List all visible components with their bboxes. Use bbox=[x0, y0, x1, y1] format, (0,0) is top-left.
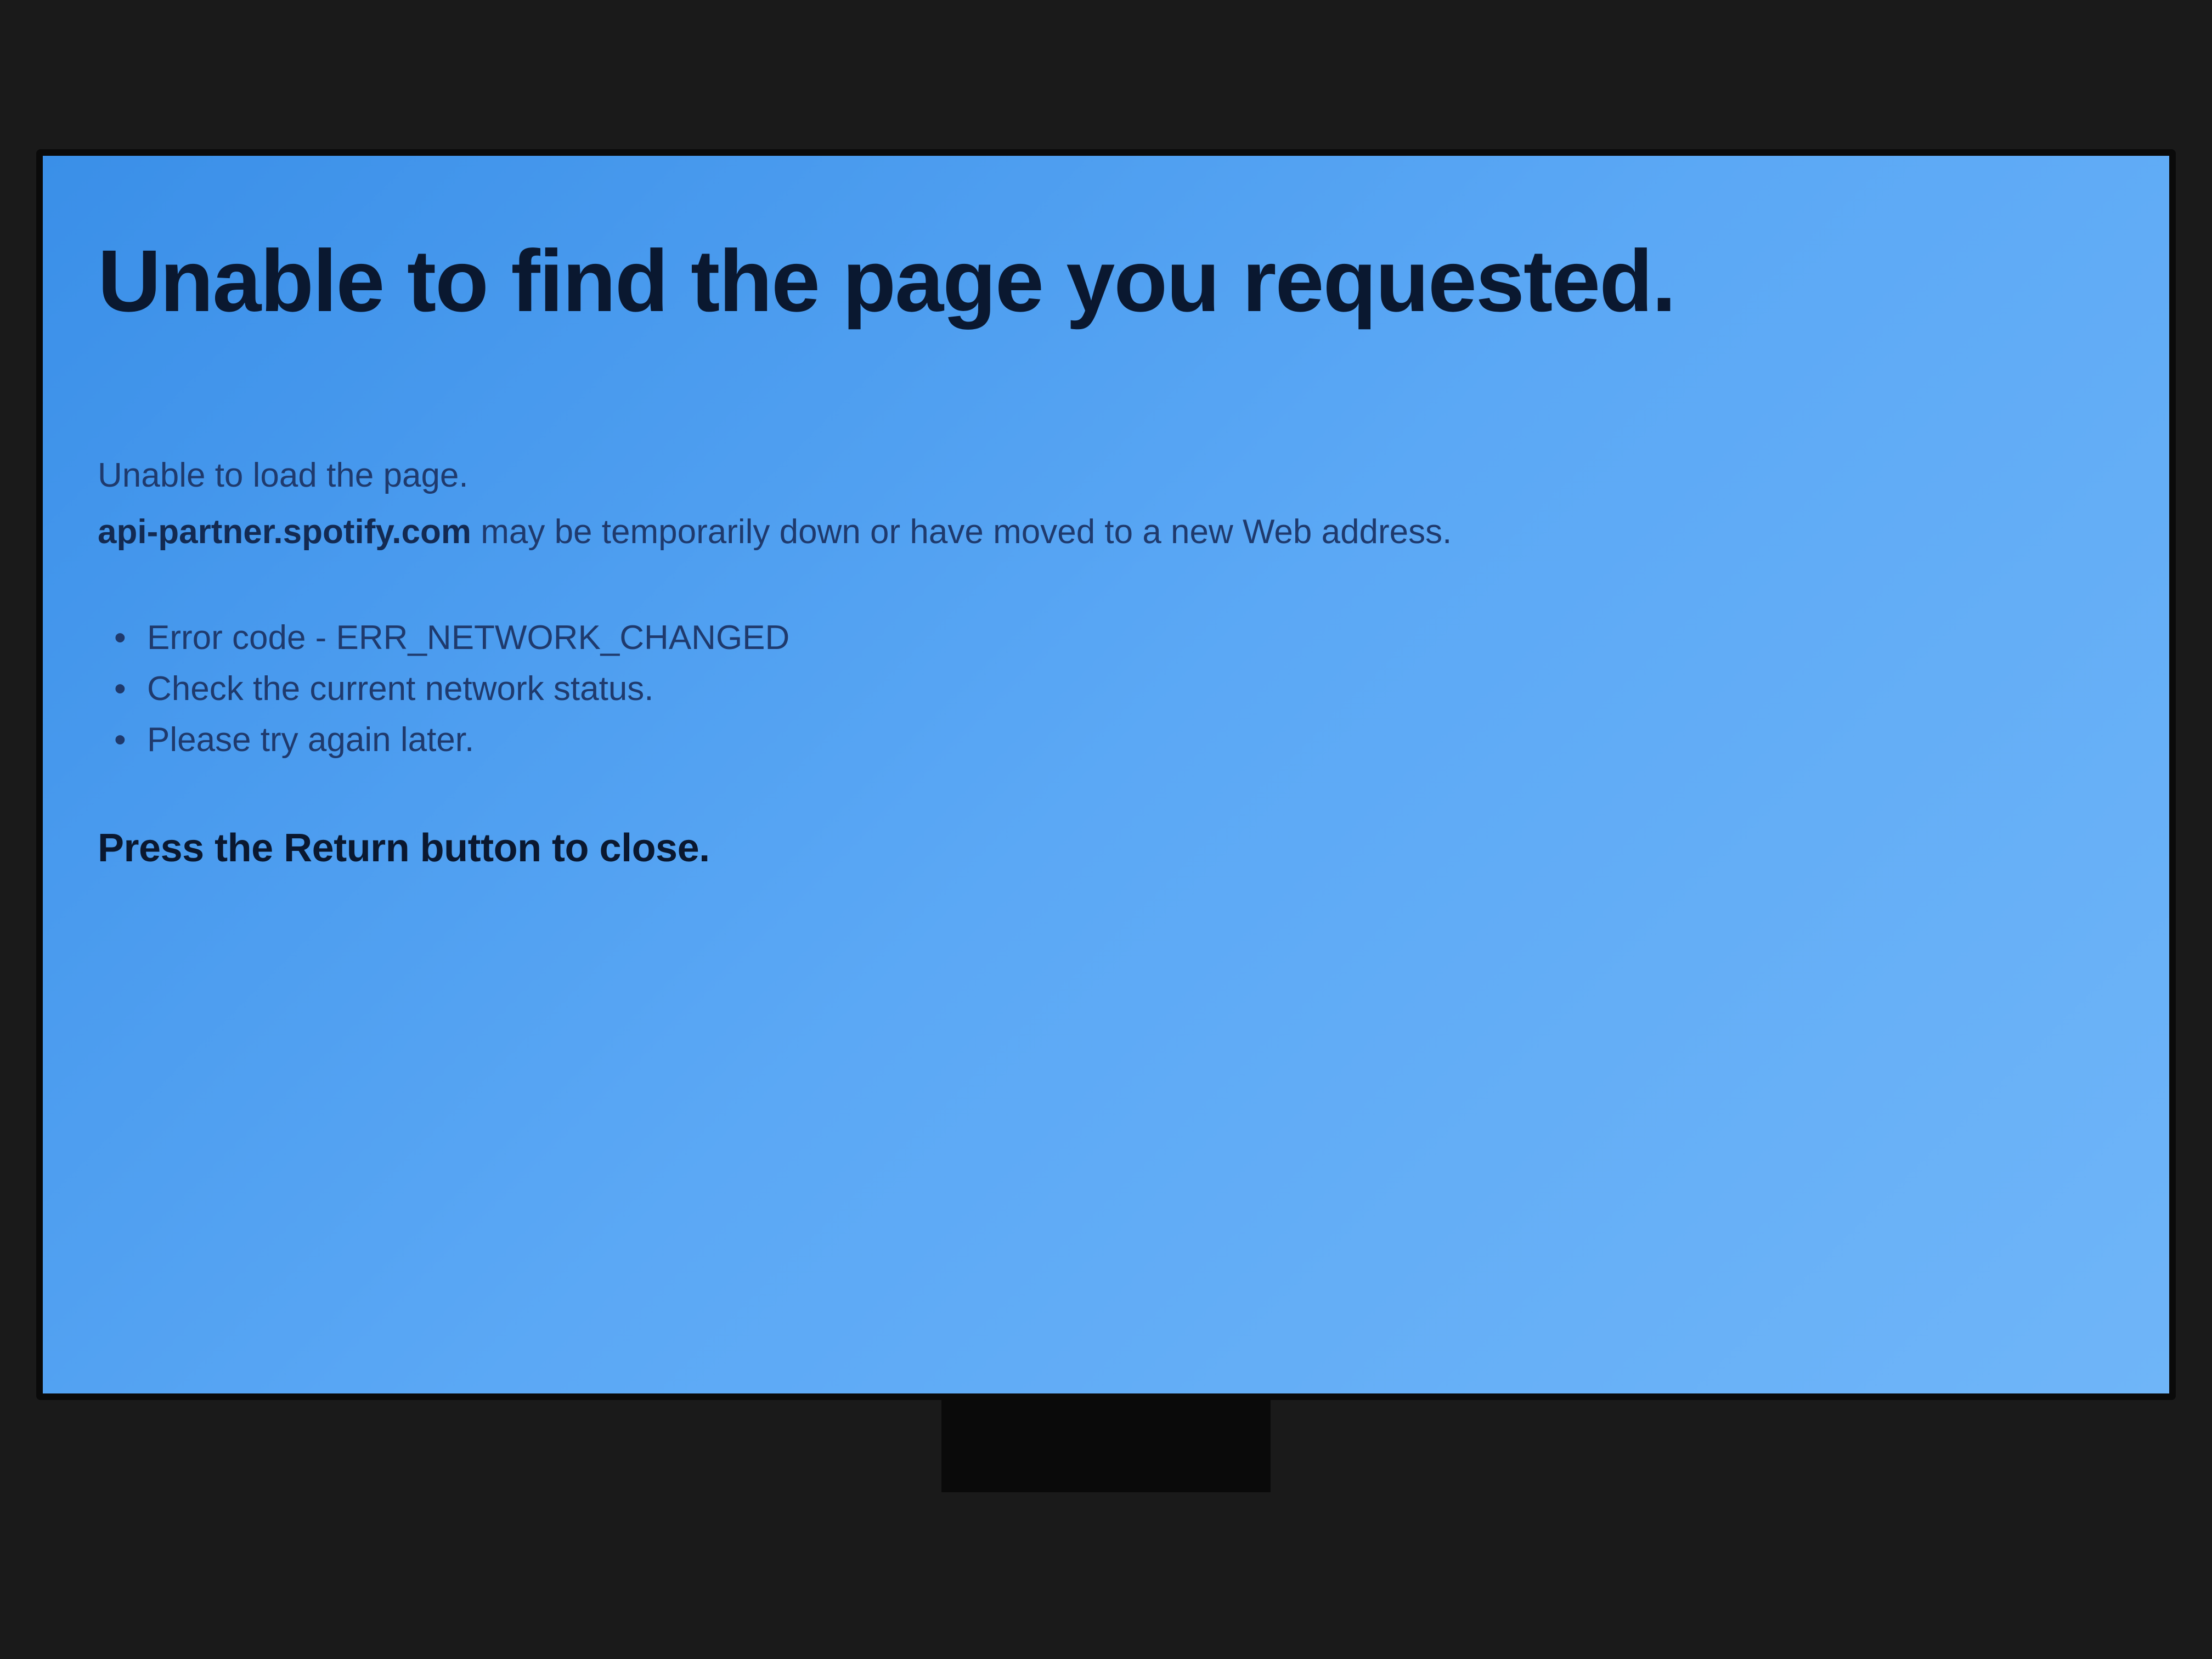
error-hostname-suffix: may be temporarily down or have moved to… bbox=[471, 513, 1452, 551]
error-bullet-list: Error code - ERR_NETWORK_CHANGED Check t… bbox=[98, 612, 2114, 765]
tv-frame: Unable to find the page you requested. U… bbox=[36, 149, 2176, 1400]
error-title: Unable to find the page you requested. bbox=[98, 233, 2114, 329]
tv-stand bbox=[941, 1393, 1271, 1492]
error-subtitle: Unable to load the page. bbox=[98, 450, 2114, 501]
error-bullet-item: Check the current network status. bbox=[98, 663, 2114, 714]
error-detail: api-partner.spotify.com may be temporari… bbox=[98, 506, 2114, 557]
error-screen: Unable to find the page you requested. U… bbox=[43, 156, 2169, 1393]
error-bullet-item: Error code - ERR_NETWORK_CHANGED bbox=[98, 612, 2114, 663]
close-instruction: Press the Return button to close. bbox=[98, 826, 2114, 871]
error-hostname: api-partner.spotify.com bbox=[98, 513, 471, 551]
error-bullet-item: Please try again later. bbox=[98, 714, 2114, 765]
